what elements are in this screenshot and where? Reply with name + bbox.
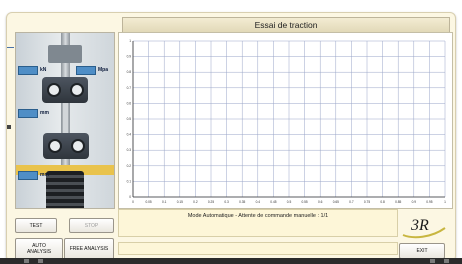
y-tick-label: 0	[129, 195, 131, 199]
y-tick-label: 0.3	[127, 148, 132, 152]
exit-button[interactable]: EXIT	[399, 243, 445, 259]
x-tick-label: 0.45	[270, 200, 276, 204]
x-tick-label: 0.15	[177, 200, 183, 204]
taskbar-icon	[38, 259, 43, 263]
force-value-box	[18, 65, 38, 75]
x-tick-label: 0.05	[145, 200, 151, 204]
actuator-bellows	[46, 171, 84, 208]
extension-readout: mm	[18, 108, 49, 118]
force-readout: kN	[18, 65, 47, 75]
displacement-value-box	[18, 170, 38, 180]
grip-knob	[70, 83, 84, 97]
grip-knob	[47, 83, 61, 97]
y-tick-label: 0.4	[127, 133, 132, 137]
x-tick-label: 0.35	[239, 200, 245, 204]
taskbar-strip	[0, 258, 462, 264]
chart-panel: 0 0.05 0.1 0.15 0.2 0.25 0.3 0.35 0.4 0.45 0.5 0.55…	[118, 32, 453, 209]
lower-grip	[43, 133, 89, 159]
logo-text: 3R	[410, 217, 429, 234]
force-unit: kN	[40, 67, 47, 73]
connector-line	[7, 47, 14, 48]
x-tick-label: 0	[132, 200, 134, 204]
x-tick-label: 0.95	[426, 200, 432, 204]
taskbar-icon	[444, 259, 449, 263]
connector-marker	[7, 125, 11, 129]
extension-unit: mm	[40, 110, 49, 116]
y-tick-label: 0.1	[127, 179, 132, 183]
x-tick-label: 0.85	[395, 200, 401, 204]
x-tick-label: 0.1	[162, 200, 167, 204]
y-tick-label: 0.7	[127, 86, 132, 90]
test-button[interactable]: TEST	[15, 218, 57, 233]
x-tick-label: 0.75	[364, 200, 370, 204]
displacement-unit: mm	[40, 172, 49, 178]
stress-value-box	[76, 65, 96, 75]
stop-button[interactable]: STOP	[69, 218, 114, 233]
window-title: Essai de traction	[122, 17, 450, 33]
x-tick-label: 0.6	[318, 200, 323, 204]
x-tick-label: 1	[444, 200, 446, 204]
y-tick-label: 1	[129, 39, 131, 43]
taskbar-icon	[24, 259, 29, 263]
status-panel: Mode Automatique - Attente de commande m…	[118, 209, 398, 237]
load-cell	[48, 45, 82, 63]
stress-readout: Mpa	[76, 65, 108, 75]
stress-unit: Mpa	[98, 67, 108, 73]
status-message: Mode Automatique - Attente de commande m…	[187, 213, 329, 219]
y-tick-label: 0.9	[127, 55, 132, 59]
x-tick-label: 0.65	[333, 200, 339, 204]
auto-analysis-label-line2: ANALYSIS	[26, 249, 52, 255]
y-tick-label: 0.5	[127, 117, 132, 121]
extension-value-box	[18, 108, 38, 118]
auto-analysis-button[interactable]: AUTO ANALYSIS	[15, 238, 63, 260]
grip-knob	[71, 139, 85, 153]
displacement-readout: mm	[18, 170, 49, 180]
3r-logo: 3R	[402, 217, 446, 239]
x-tick-label: 0.4	[256, 200, 261, 204]
grip-knob	[48, 139, 62, 153]
x-tick-label: 0.2	[193, 200, 198, 204]
y-tick-label: 0.2	[127, 164, 132, 168]
traction-chart: 0 0.05 0.1 0.15 0.2 0.25 0.3 0.35 0.4 0.45 0.5 0.55…	[127, 39, 447, 204]
x-tick-label: 0.9	[412, 200, 417, 204]
free-analysis-button[interactable]: FREE ANALYSIS	[64, 238, 114, 260]
x-tick-label: 0.8	[380, 200, 385, 204]
message-box	[118, 242, 398, 255]
application-window: Essai de traction kN Mpa mm mm 0 0.05 0.…	[6, 12, 456, 262]
y-tick-label: 0.6	[127, 101, 132, 105]
upper-grip	[42, 77, 88, 103]
x-tick-label: 0.5	[287, 200, 292, 204]
x-tick-label: 0.55	[301, 200, 307, 204]
taskbar-icon	[430, 259, 435, 263]
x-tick-label: 0.7	[349, 200, 354, 204]
machine-photo: kN Mpa mm mm	[15, 32, 115, 209]
x-tick-label: 0.25	[208, 200, 214, 204]
x-tick-label: 0.3	[224, 200, 229, 204]
y-tick-label: 0.8	[127, 70, 132, 74]
